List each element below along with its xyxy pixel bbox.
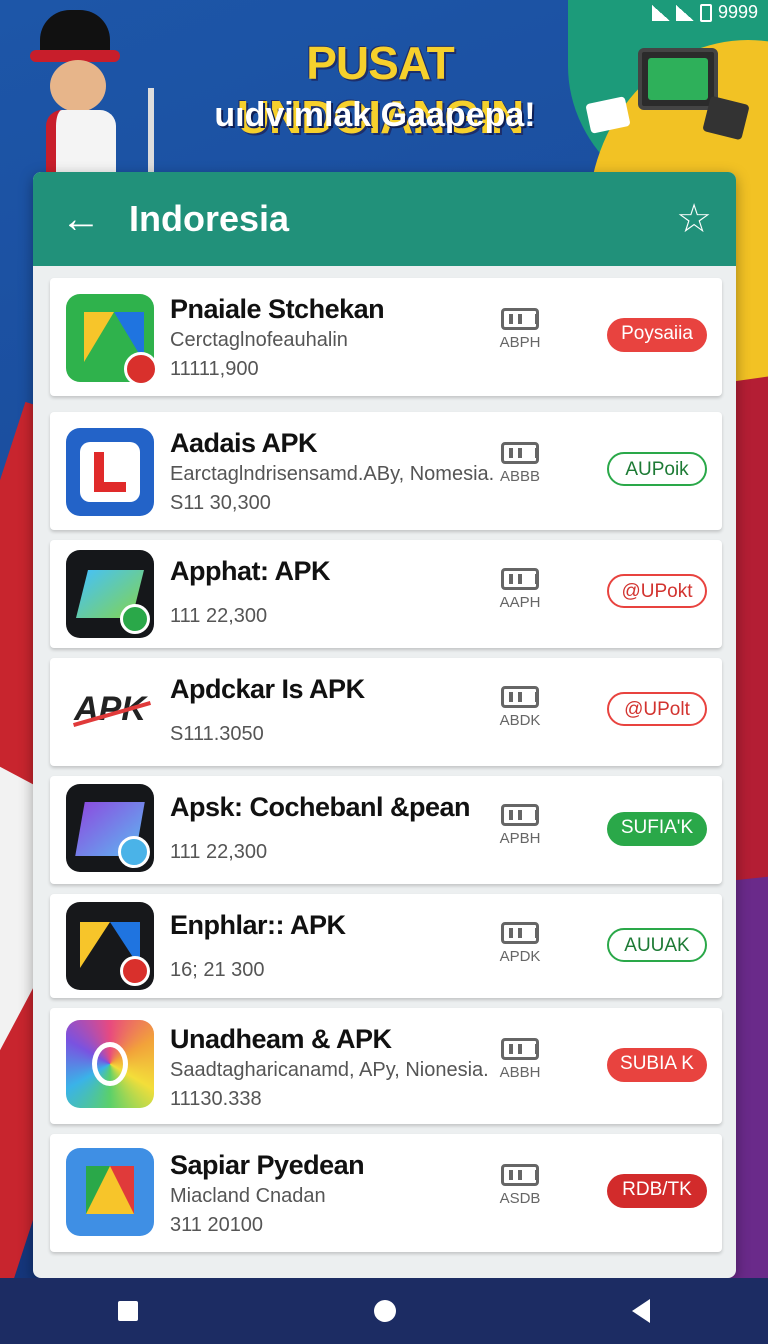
install-button[interactable]: SUFIA'K	[607, 812, 707, 846]
app-count: 16; 21 300	[170, 959, 265, 981]
download-label: APBH	[499, 830, 541, 847]
download-info: ABBB	[498, 442, 542, 485]
list-item[interactable]: APK Apdckar Is APK S111.3050 ABDK @UPolt	[50, 658, 722, 766]
drive-dark-icon	[66, 902, 154, 990]
app-desc: Earctaglndrisensamd.ABy, Nomesia.	[170, 463, 495, 485]
status-bar: 9999	[651, 2, 758, 23]
download-label: ABBH	[499, 1064, 541, 1081]
rainbow-circle-icon	[66, 1020, 154, 1108]
battery-text: 9999	[717, 2, 758, 22]
download-icon	[501, 308, 539, 330]
download-info: AAPH	[498, 568, 542, 611]
wifi-icon	[651, 4, 670, 21]
battery-icon	[699, 3, 712, 22]
download-icon	[501, 1038, 539, 1060]
download-icon	[501, 442, 539, 464]
recents-square-icon[interactable]	[118, 1301, 138, 1321]
download-label: AAPH	[499, 594, 541, 611]
app-desc: Saadtagharicanamd, APy, Nionesia.	[170, 1059, 489, 1081]
app-count: 11130.338	[170, 1088, 262, 1110]
list-item[interactable]: Apphat: APK 111 22,300 AAPH @UPokt	[50, 540, 722, 648]
install-button[interactable]: AUPoik	[607, 452, 707, 486]
system-nav-bar	[0, 1278, 768, 1344]
list-item[interactable]: Pnaiale Stchekan Cerctaglnofeauhalin 111…	[50, 278, 722, 396]
app-count: S11 30,300	[170, 492, 271, 514]
arrow-left-icon[interactable]: ←	[61, 199, 101, 239]
download-label: ABBB	[499, 468, 541, 485]
app-name: Pnaiale Stchekan	[170, 294, 385, 324]
download-info: ABPH	[498, 308, 542, 351]
hexagon-app-icon	[66, 428, 154, 516]
list-item[interactable]: Sapiar Pyedean Miacland Cnadan 311 20100…	[50, 1134, 722, 1252]
download-icon	[501, 1164, 539, 1186]
download-info: ASDB	[498, 1164, 542, 1207]
download-label: APDK	[499, 948, 541, 965]
signal-icon	[675, 4, 694, 21]
apk-purple-icon	[66, 784, 154, 872]
list-item[interactable]: Apsk: Cochebanl &pean 111 22,300 APBH SU…	[50, 776, 722, 884]
app-name: Apdckar Is APK	[170, 674, 365, 704]
star-outline-icon[interactable]: ☆	[672, 196, 716, 242]
install-button[interactable]: @UPokt	[607, 574, 707, 608]
install-button[interactable]: RDB/TK	[607, 1174, 707, 1208]
app-count: 111 22,300	[170, 605, 268, 627]
banner-subline: uıdvimlak Gaapepa!	[214, 96, 536, 134]
promo-banner: PUSAT UNDOIANGIN uıdvimlak Gaapepa!	[0, 0, 768, 188]
download-icon	[501, 686, 539, 708]
list-item[interactable]: Unadheam & APK Saadtagharicanamd, APy, N…	[50, 1008, 722, 1124]
apk-logo-icon: APK	[66, 668, 154, 756]
download-icon	[501, 922, 539, 944]
app-list: Pnaiale Stchekan Cerctaglnofeauhalin 111…	[33, 266, 736, 1252]
download-info: ABDK	[498, 686, 542, 729]
install-button[interactable]: AUUAK	[607, 928, 707, 962]
page-title: Indoresia	[129, 198, 290, 239]
download-icon	[501, 804, 539, 826]
play-triangle-icon	[66, 1148, 154, 1236]
download-info: ABBH	[498, 1038, 542, 1081]
apk-editor-icon	[66, 550, 154, 638]
app-name: Apsk: Cochebanl &pean	[170, 792, 471, 822]
back-triangle-icon[interactable]	[632, 1299, 650, 1323]
app-count: 11111,900	[170, 358, 259, 380]
app-desc: Cerctaglnofeauhalin	[170, 329, 348, 351]
list-item[interactable]: Enphlar:: APK 16; 21 300 APDK AUUAK	[50, 894, 722, 998]
install-button[interactable]: Poysaiia	[607, 318, 707, 352]
app-name: Enphlar:: APK	[170, 910, 346, 940]
app-list-card: ← Indoresia ☆ Pnaiale Stchekan Cerctagln…	[33, 172, 736, 1278]
drive-icon	[66, 294, 158, 386]
app-count: 311 20100	[170, 1214, 264, 1236]
app-count: S111.3050	[170, 723, 264, 745]
mascot-image	[10, 10, 160, 188]
download-label: ABPH	[499, 334, 541, 351]
download-label: ASDB	[499, 1190, 541, 1207]
download-info: APDK	[498, 922, 542, 965]
app-name: Apphat: APK	[170, 556, 330, 586]
app-name: Unadheam & APK	[170, 1024, 392, 1054]
device-illustration	[585, 30, 750, 170]
home-circle-icon[interactable]	[374, 1300, 396, 1322]
install-button[interactable]: @UPolt	[607, 692, 707, 726]
app-bar: ← Indoresia ☆	[33, 172, 736, 266]
download-icon	[501, 568, 539, 590]
list-item[interactable]: Aadais APK Earctaglndrisensamd.ABy, Nome…	[50, 412, 722, 530]
app-name: Aadais APK	[170, 428, 318, 458]
app-name: Sapiar Pyedean	[170, 1150, 365, 1180]
app-desc: Miacland Cnadan	[170, 1185, 326, 1207]
download-label: ABDK	[499, 712, 541, 729]
download-info: APBH	[498, 804, 542, 847]
install-button[interactable]: SUBIA K	[607, 1048, 707, 1082]
app-count: 111 22,300	[170, 841, 268, 863]
